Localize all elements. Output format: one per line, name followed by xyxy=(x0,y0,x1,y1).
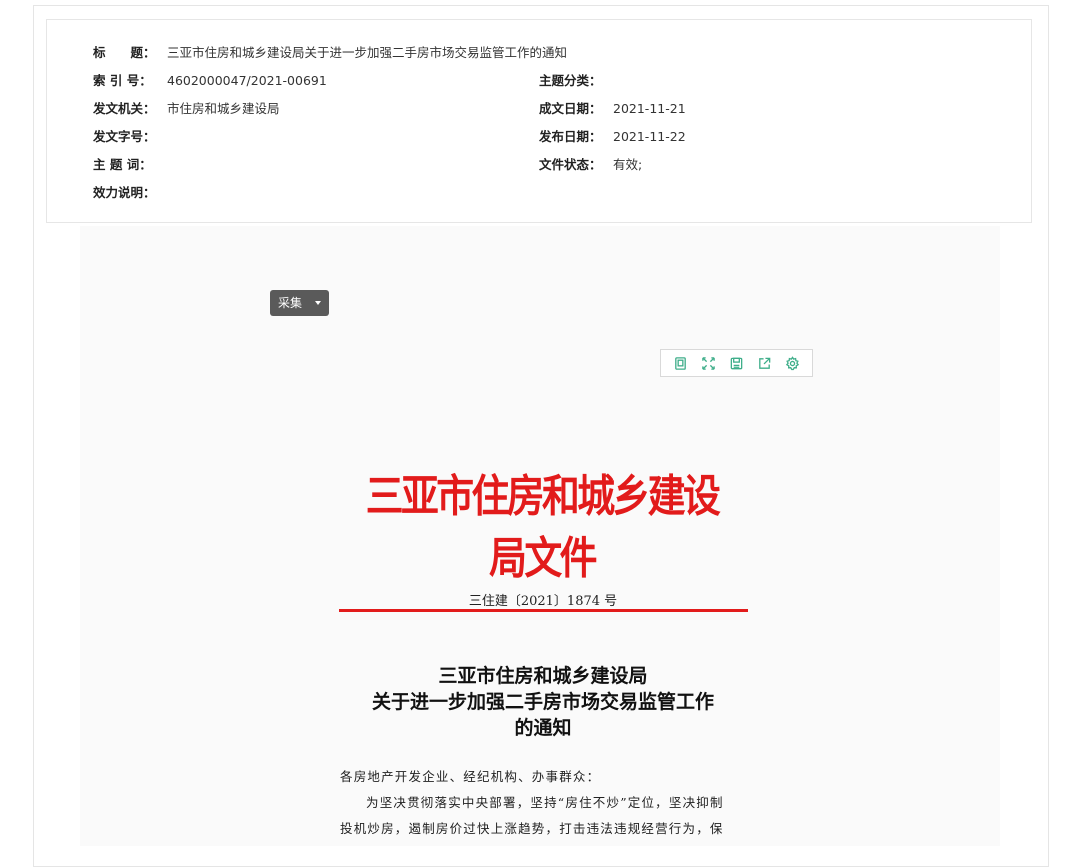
meta-validity-label: 效力说明： xyxy=(93,185,156,200)
settings-icon[interactable] xyxy=(782,353,802,373)
document-paragraph-line-1: 为坚决贯彻落实中央部署，坚持“房住不炒”定位，坚决抑制 xyxy=(366,795,724,810)
meta-status-value: 有效; xyxy=(613,157,643,172)
meta-keywords-label: 主 题 词： xyxy=(93,157,152,172)
meta-index-label: 索 引 号： xyxy=(93,73,152,88)
meta-category-label: 主题分类： xyxy=(539,73,602,88)
document-title-line-1: 三亚市住房和城乡建设局 xyxy=(438,665,648,687)
meta-issuer-value: 市住房和城乡建设局 xyxy=(167,101,280,116)
document-title-line-3: 的通知 xyxy=(514,717,572,739)
viewer-toolbar xyxy=(660,349,813,377)
document-metadata-panel: 标 题： 三亚市住房和城乡建设局关于进一步加强二手房市场交易监管工作的通知 索 … xyxy=(46,19,1032,223)
fullscreen-icon[interactable] xyxy=(699,353,719,373)
collect-button-label: 采集 xyxy=(278,296,303,310)
document-title-line-2: 关于进一步加强二手房市场交易监管工作 xyxy=(371,691,714,713)
meta-issuer-label: 发文机关： xyxy=(93,101,156,116)
meta-title-value: 三亚市住房和城乡建设局关于进一步加强二手房市场交易监管工作的通知 xyxy=(167,45,568,60)
caret-down-icon xyxy=(315,301,321,305)
share-icon[interactable] xyxy=(754,353,774,373)
collect-button[interactable]: 采集 xyxy=(270,290,329,316)
page-icon[interactable] xyxy=(671,353,691,373)
meta-written-date-label: 成文日期： xyxy=(539,101,602,116)
document-number: 三住建〔2021〕1874 号 xyxy=(468,594,618,609)
meta-written-date-value: 2021-11-21 xyxy=(613,101,686,116)
save-icon[interactable] xyxy=(726,353,746,373)
meta-publish-date-label: 发布日期： xyxy=(539,129,602,144)
header-divider xyxy=(339,609,748,612)
document-salutation: 各房地产开发企业、经纪机构、办事群众： xyxy=(340,769,601,784)
meta-publish-date-value: 2021-11-22 xyxy=(613,129,686,144)
document-paragraph-line-2: 投机炒房，遏制房价过快上涨趋势，打击违法违规经营行为，保 xyxy=(340,821,724,836)
document-red-header: 三亚市住房和城乡建设局文件 xyxy=(365,471,721,584)
meta-index-value: 4602000047/2021-00691 xyxy=(167,73,327,88)
meta-doc-code-label: 发文字号： xyxy=(93,129,156,144)
meta-title-label: 标 题： xyxy=(93,45,156,60)
meta-status-label: 文件状态： xyxy=(539,157,602,172)
